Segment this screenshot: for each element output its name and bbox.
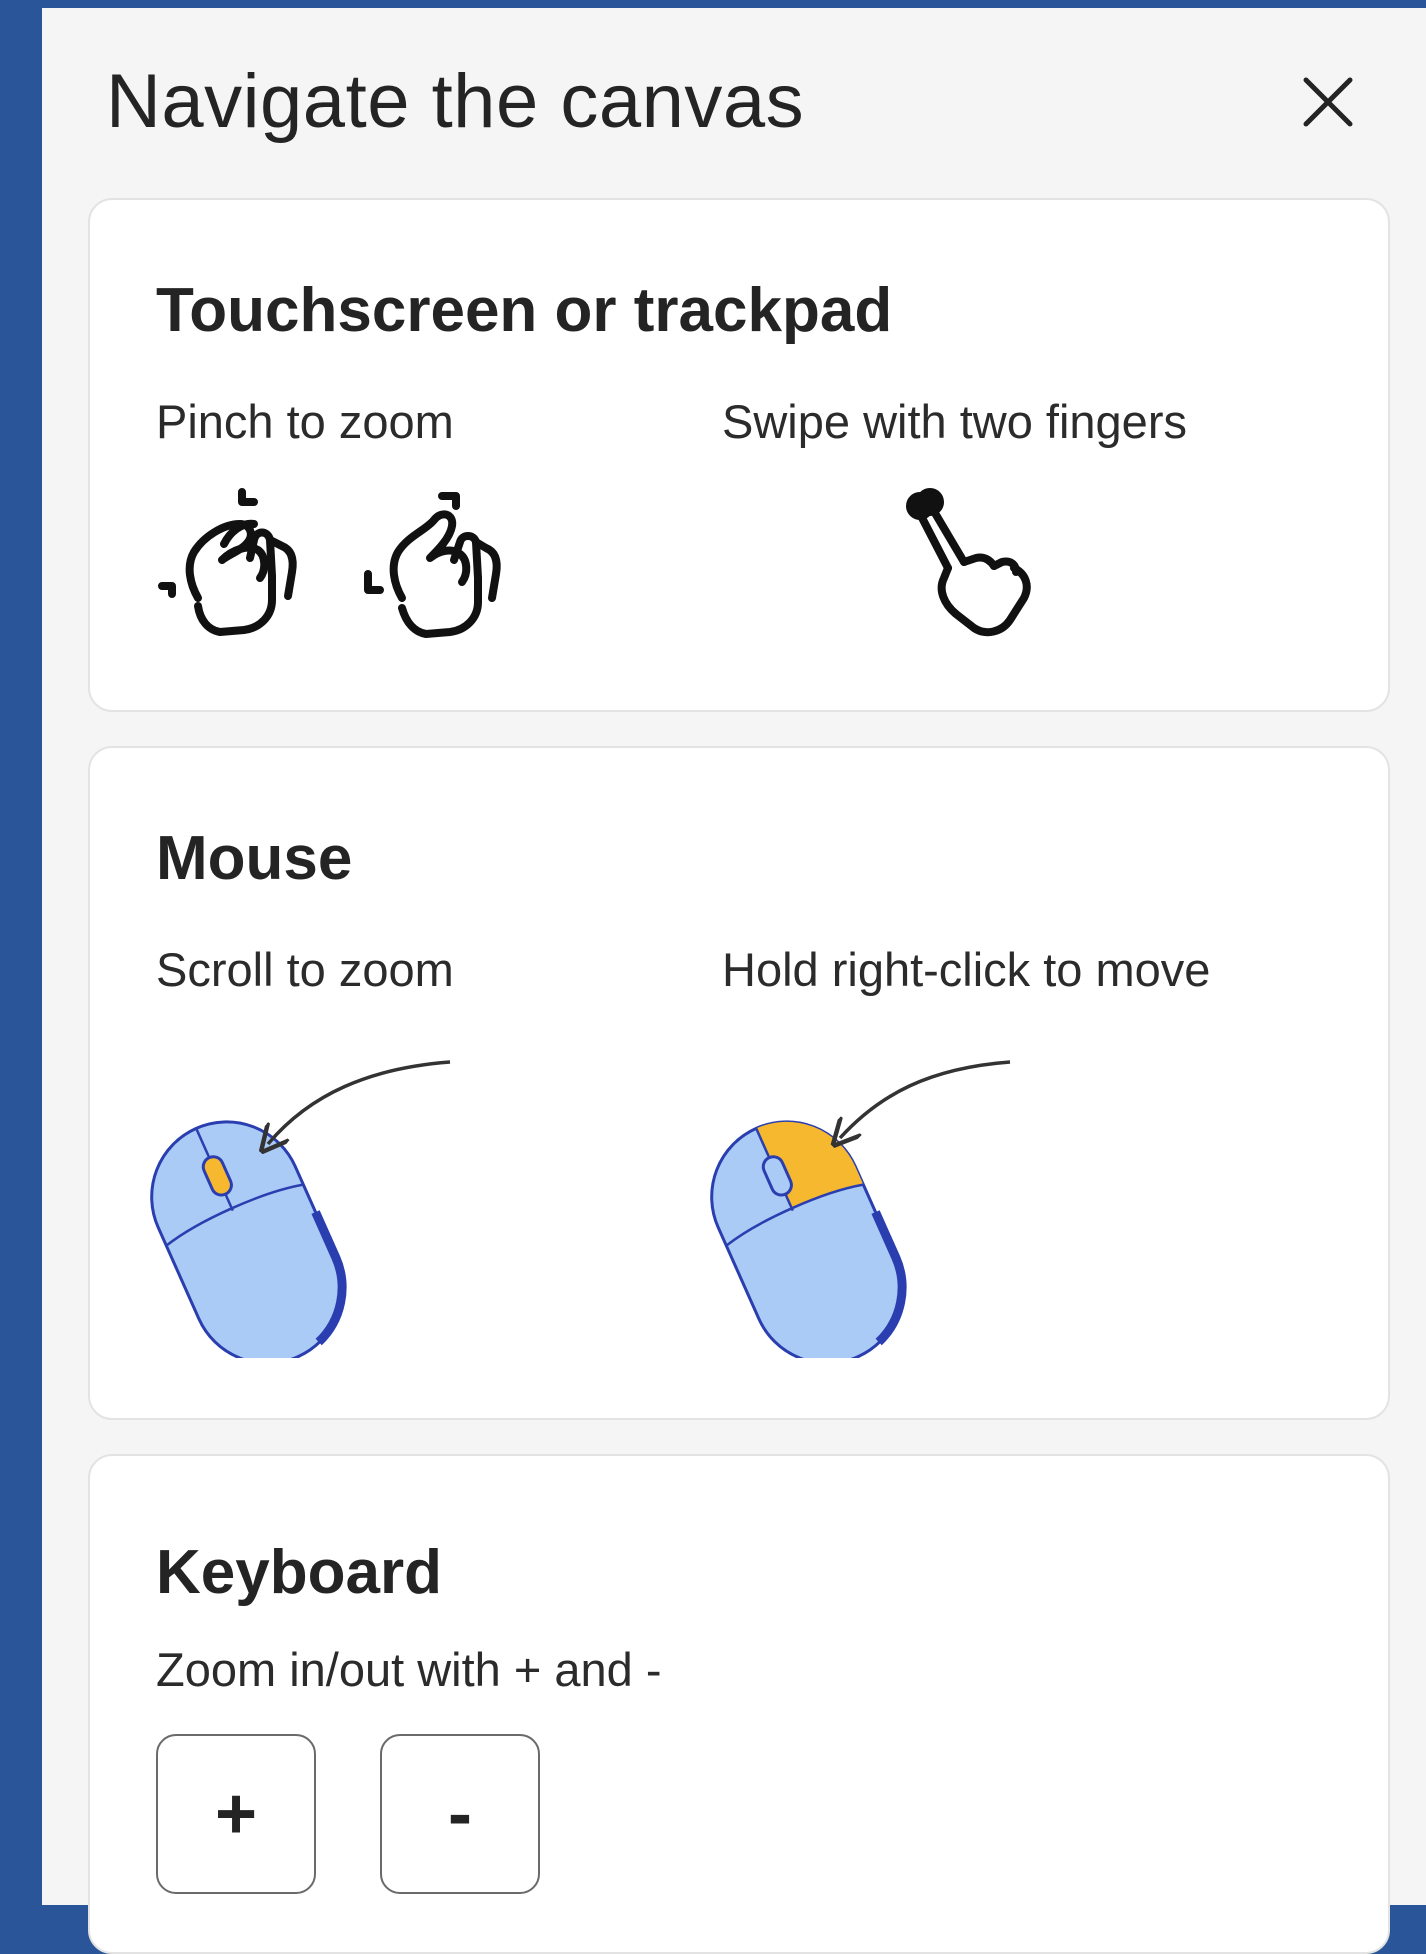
panel-title: Navigate the canvas	[106, 59, 805, 144]
zoom-in-key[interactable]: +	[156, 1734, 316, 1894]
mouse-right-click-icon	[710, 1060, 1011, 1358]
scroll-label: Scroll to zoom	[156, 943, 454, 996]
two-finger-swipe-hand-icon	[906, 488, 1031, 637]
keyboard-heading: Keyboard	[156, 1538, 442, 1607]
zoom-label: Zoom in/out with + and -	[156, 1643, 662, 1696]
touch-card: Touchscreen or trackpad Pinch to zoom Sw…	[88, 198, 1390, 712]
pinch-label: Pinch to zoom	[156, 395, 454, 448]
pinch-in-hand-icon	[364, 492, 501, 638]
mouse-scroll-wheel-icon	[150, 1060, 451, 1358]
mouse-heading: Mouse	[156, 824, 353, 893]
close-button[interactable]	[1292, 66, 1364, 138]
zoom-out-key[interactable]: -	[380, 1734, 540, 1894]
hold-label: Hold right-click to move	[722, 943, 1211, 996]
mouse-card: Mouse Scroll to zoom Hold right-click to…	[88, 746, 1390, 1420]
keyboard-card: Keyboard Zoom in/out with + and - + -	[88, 1454, 1390, 1954]
close-icon	[1303, 77, 1353, 127]
navigate-canvas-panel: Navigate the canvas Touchscreen or track…	[42, 8, 1426, 1954]
swipe-label: Swipe with two fingers	[722, 395, 1187, 448]
pinch-out-hand-icon	[158, 488, 297, 636]
touch-heading: Touchscreen or trackpad	[156, 276, 893, 345]
